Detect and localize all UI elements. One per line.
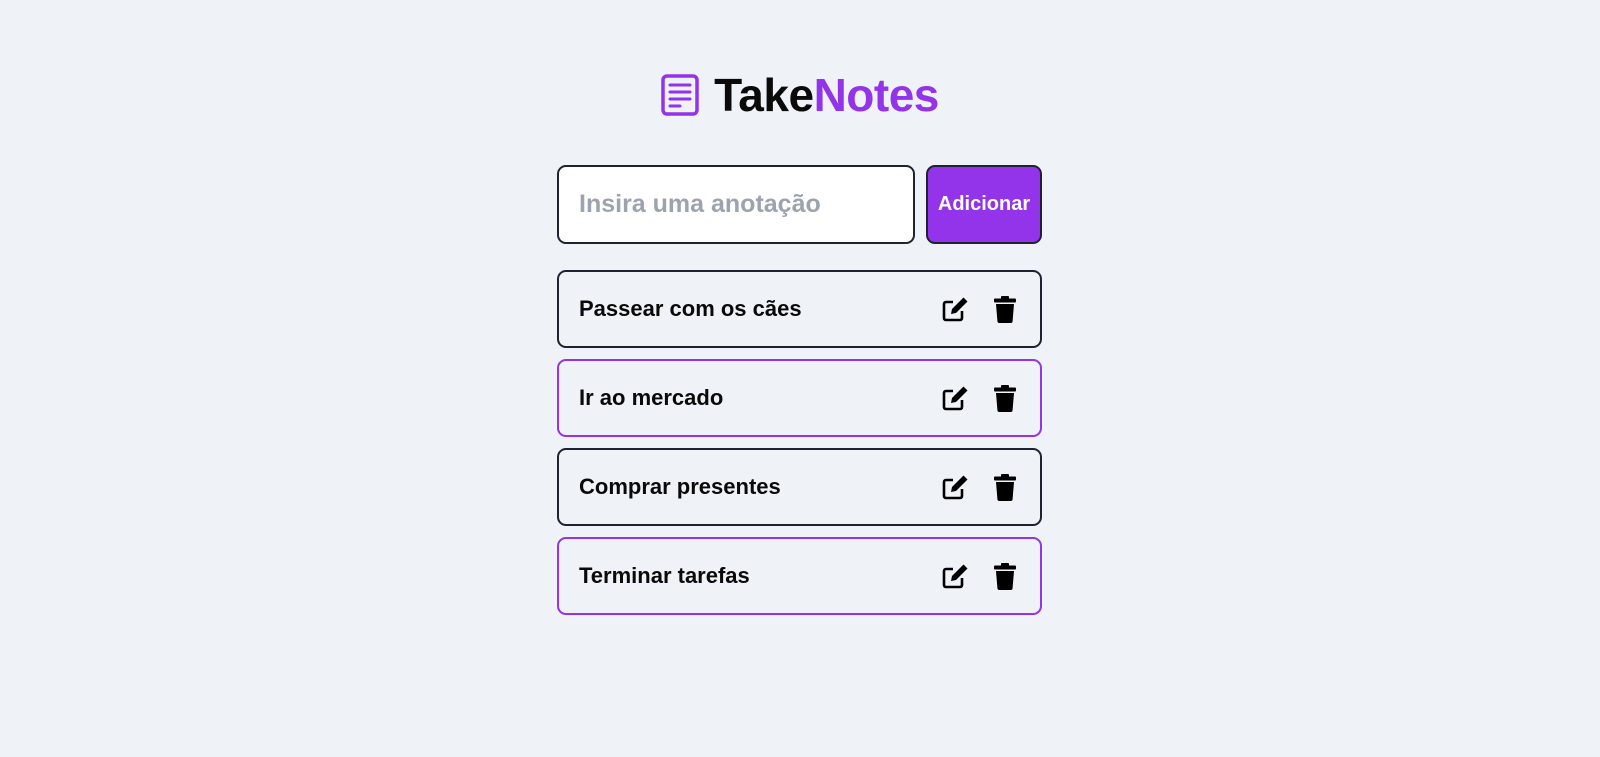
- note-item: Passear com os cães: [557, 270, 1042, 348]
- note-text: Ir ao mercado: [579, 385, 724, 410]
- note-text: Terminar tarefas: [579, 563, 750, 588]
- note-actions: [940, 294, 1020, 324]
- trash-icon[interactable]: [990, 294, 1020, 324]
- note-actions: [940, 472, 1020, 502]
- edit-icon[interactable]: [940, 294, 970, 324]
- note-actions: [940, 561, 1020, 591]
- note-text: Passear com os cães: [579, 296, 802, 321]
- note-text: Comprar presentes: [579, 474, 781, 499]
- edit-icon[interactable]: [940, 383, 970, 413]
- trash-icon[interactable]: [990, 383, 1020, 413]
- note-item: Comprar presentes: [557, 448, 1042, 526]
- note-item: Terminar tarefas: [557, 537, 1042, 615]
- edit-icon[interactable]: [940, 472, 970, 502]
- header: TakeNotes: [557, 70, 1042, 120]
- trash-icon[interactable]: [990, 472, 1020, 502]
- app-title: TakeNotes: [714, 72, 939, 118]
- note-item: Ir ao mercado: [557, 359, 1042, 437]
- title-notes: Notes: [813, 69, 940, 121]
- trash-icon[interactable]: [990, 561, 1020, 591]
- note-input[interactable]: [557, 165, 915, 244]
- note-actions: [940, 383, 1020, 413]
- note-list: Passear com os cães Ir ao mercado Compra…: [557, 270, 1042, 615]
- note-icon: [660, 73, 700, 117]
- title-take: Take: [714, 69, 814, 121]
- add-note-form: Adicionar: [557, 165, 1042, 244]
- edit-icon[interactable]: [940, 561, 970, 591]
- app-container: TakeNotes Adicionar Passear com os cães: [557, 70, 1042, 615]
- add-button[interactable]: Adicionar: [926, 165, 1042, 244]
